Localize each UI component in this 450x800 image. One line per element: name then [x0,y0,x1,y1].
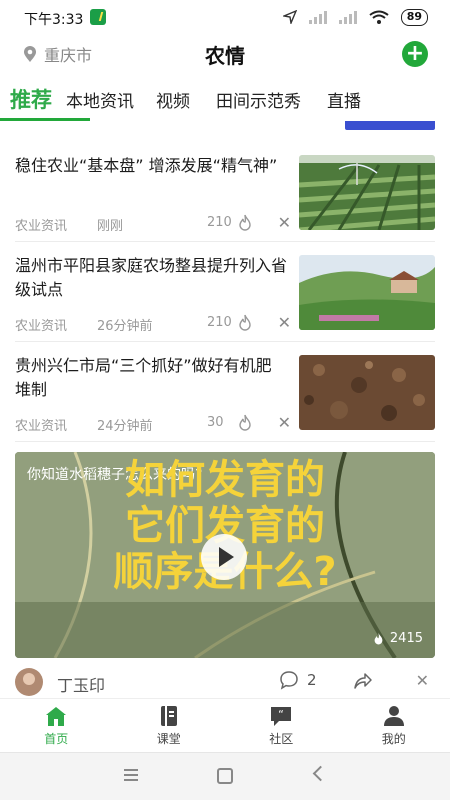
svg-text:“: “ [278,708,284,721]
signal-icon [308,10,327,24]
add-button[interactable]: + [402,41,428,67]
location-arrow-icon [282,10,297,24]
news-item[interactable]: 温州市平阳县家庭农场整县提升列入省级试点 农业资讯 26分钟前 210 ✕ [15,242,435,342]
news-source: 农业资讯 [15,219,68,234]
share-icon[interactable] [353,671,373,691]
tab-recommend[interactable]: 推荐 [10,84,52,114]
video-views: 2415 [372,631,423,646]
home-square-icon[interactable] [217,768,233,784]
author-row: 丁玉印 2 ✕ [15,668,435,698]
chat-quote-icon: “ [271,707,292,726]
comment-button[interactable]: 2 [279,670,317,690]
comment-icon [280,671,298,690]
news-time: 刚刚 [97,219,124,234]
home-icon [46,707,67,726]
news-source: 农业资讯 [15,419,68,434]
nav-profile[interactable]: 我的 [338,699,450,750]
news-item[interactable]: 贵州兴仁市局“三个抓好”做好有机肥堆制 农业资讯 24分钟前 30 ✕ [15,342,435,442]
fire-icon [374,632,383,644]
news-title[interactable]: 稳住农业“基本盘” 增添发展“精气神” [15,154,287,178]
news-meta: 农业资讯 24分钟前 30 ✕ [15,413,291,434]
tab-local-news[interactable]: 本地资讯 [66,87,134,112]
signal-2-icon [338,10,357,24]
news-feed: 稳住农业“基本盘” 增添发展“精气神” 农业资讯 刚刚 210 ✕ 温州市平阳县… [15,142,435,442]
wifi-icon [369,10,389,24]
menu-icon[interactable] [124,769,138,781]
fire-icon [239,314,251,331]
nav-home-label: 首页 [44,732,69,746]
app-header: 重庆市 农情 + [0,34,450,74]
category-tabs: 推荐 本地资讯 视频 田间示范秀 直播 [0,78,450,120]
status-bar: 下午3:33 89 [0,0,450,34]
active-tab-indicator [0,118,90,121]
video-view-count: 2415 [389,631,423,646]
tab-field-demo[interactable]: 田间示范秀 [216,87,301,112]
app-notification-icon [90,9,106,25]
nav-home[interactable]: 首页 [0,699,113,750]
news-heat-count: 30 [207,415,224,430]
author-name[interactable]: 丁玉印 [57,672,105,696]
fire-icon [239,414,251,431]
news-heat-count: 210 [207,315,232,330]
news-thumbnail[interactable] [299,355,435,430]
status-time: 下午3:33 [24,12,84,28]
back-icon[interactable] [312,765,329,782]
dismiss-icon[interactable]: ✕ [278,213,291,232]
play-button[interactable] [201,534,247,580]
news-title[interactable]: 温州市平阳县家庭农场整县提升列入省级试点 [15,254,287,302]
news-thumbnail[interactable] [299,255,435,330]
fire-icon [239,214,251,231]
news-item[interactable]: 稳住农业“基本盘” 增添发展“精气神” 农业资讯 刚刚 210 ✕ [15,142,435,242]
banner-edge [345,121,435,130]
news-meta: 农业资讯 26分钟前 210 ✕ [15,313,291,334]
nav-community[interactable]: “ 社区 [225,699,338,750]
avatar[interactable] [15,668,43,696]
news-title[interactable]: 贵州兴仁市局“三个抓好”做好有机肥堆制 [15,354,287,402]
news-meta: 农业资讯 刚刚 210 ✕ [15,213,291,234]
nav-classroom[interactable]: 课堂 [113,699,226,750]
dismiss-icon[interactable]: ✕ [416,671,429,690]
page-title: 农情 [205,44,245,68]
news-heat-count: 210 [207,215,232,230]
nav-classroom-label: 课堂 [156,732,181,746]
news-thumbnail[interactable] [299,155,435,230]
dismiss-icon[interactable]: ✕ [278,413,291,432]
news-time: 24分钟前 [97,419,153,434]
tab-video[interactable]: 视频 [156,87,190,112]
news-source: 农业资讯 [15,319,68,334]
tab-live[interactable]: 直播 [327,87,361,112]
person-icon [383,706,404,726]
video-overlay-line: 如何发育的 [125,457,325,503]
news-time: 26分钟前 [97,319,153,334]
battery-indicator: 89 [400,8,428,26]
dismiss-icon[interactable]: ✕ [278,313,291,332]
nav-profile-label: 我的 [381,732,406,746]
video-card[interactable]: 你知道水稻穗子怎么来的吗? 如何发育的 它们发育的 顺序是什么? 2415 [15,452,435,658]
bottom-navigation: 首页 课堂 “ 社区 我的 [0,698,450,750]
comment-count: 2 [307,671,317,689]
book-icon [160,706,177,726]
status-icons: 89 [282,8,428,26]
system-navigation-bar [0,752,450,800]
nav-community-label: 社区 [269,732,294,746]
